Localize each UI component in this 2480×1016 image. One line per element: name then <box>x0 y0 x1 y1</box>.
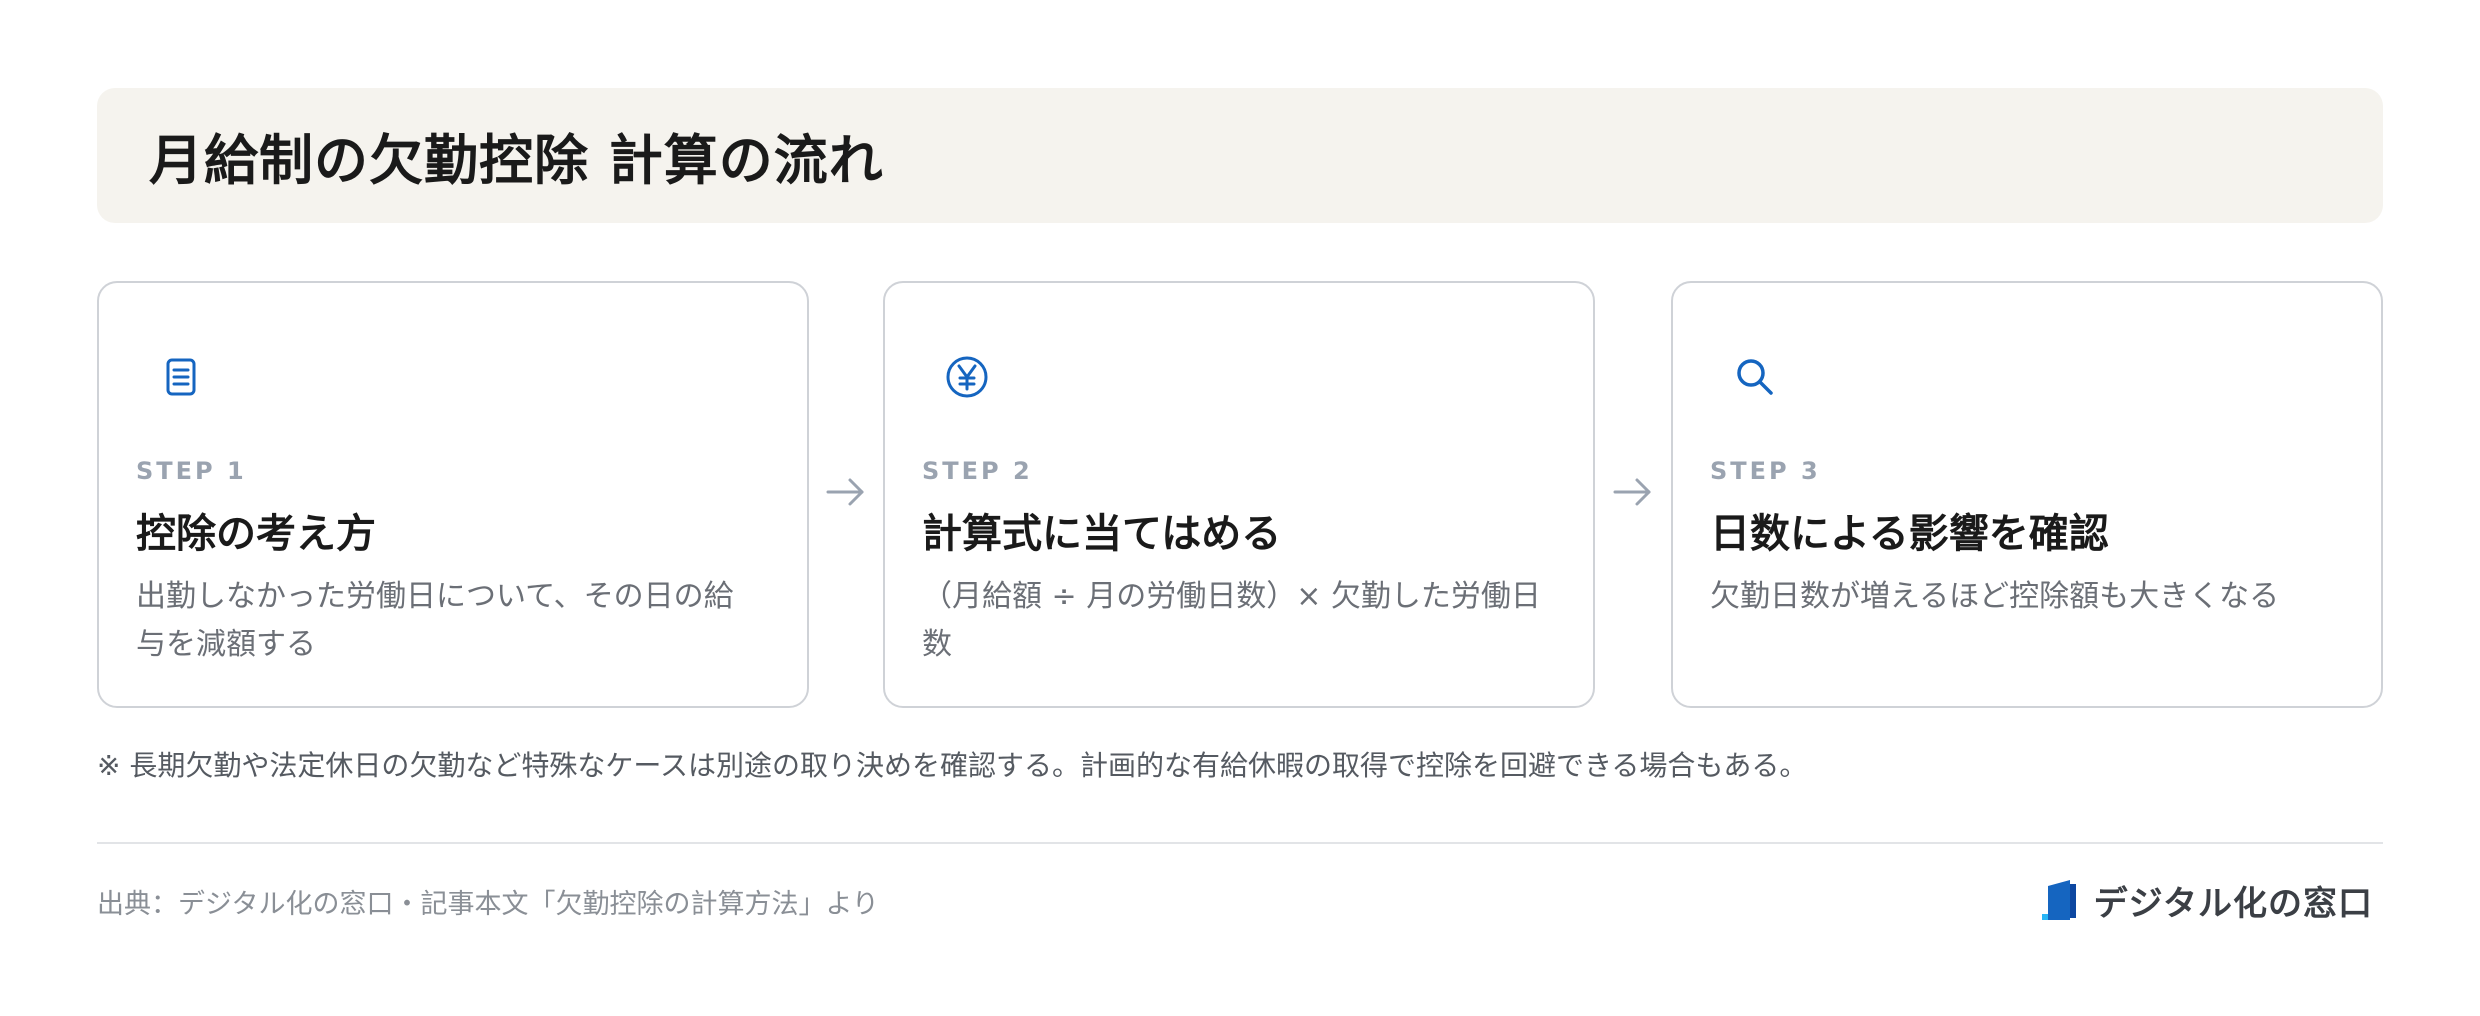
step-label: STEP 2 <box>922 457 1033 485</box>
step-description: 出勤しなかった労働日について、その日の給与を減額する <box>136 579 734 662</box>
brand-logo: デジタル化の窓口 <box>2040 876 2373 925</box>
source-credit: 出典：デジタル化の窓口・記事本文「欠勤控除の計算方法」より <box>97 889 879 920</box>
footnote: ※ 長期欠勤や法定休日の欠勤など特殊なケースは別途の取り決めを確認する。計画的な… <box>97 749 1808 782</box>
step-title: 控除の考え方 <box>136 511 376 557</box>
arrow-right-icon <box>1613 478 1651 506</box>
step-card-2: STEP 2 計算式に当てはめる （月給額 ÷ 月の労働日数）× 欠勤した労働日… <box>883 281 1595 708</box>
search-icon <box>1737 359 1773 395</box>
step-description: 欠勤日数が増えるほど控除額も大きくなる <box>1710 579 2280 614</box>
step-description: （月給額 ÷ 月の労働日数）× 欠勤した労働日数 <box>922 579 1541 662</box>
step-title: 日数による影響を確認 <box>1710 511 2109 557</box>
window-logo-icon <box>2041 879 2076 920</box>
yen-icon <box>946 356 988 398</box>
step-card-1: STEP 1 控除の考え方 出勤しなかった労働日について、その日の給与を減額する <box>97 281 809 708</box>
brand-name: デジタル化の窓口 <box>2093 884 2373 924</box>
step-label: STEP 1 <box>136 457 247 485</box>
step-title: 計算式に当てはめる <box>922 511 1282 557</box>
title-banner: 月給制の欠勤控除 計算の流れ <box>97 88 2383 223</box>
footer-divider <box>97 842 2383 844</box>
arrow-right-icon <box>826 478 864 506</box>
step-label: STEP 3 <box>1710 457 1821 485</box>
step-card-3: STEP 3 日数による影響を確認 欠勤日数が増えるほど控除額も大きくなる <box>1671 281 2383 708</box>
page-title: 月給制の欠勤控除 計算の流れ <box>149 129 884 192</box>
document-icon <box>166 358 196 396</box>
